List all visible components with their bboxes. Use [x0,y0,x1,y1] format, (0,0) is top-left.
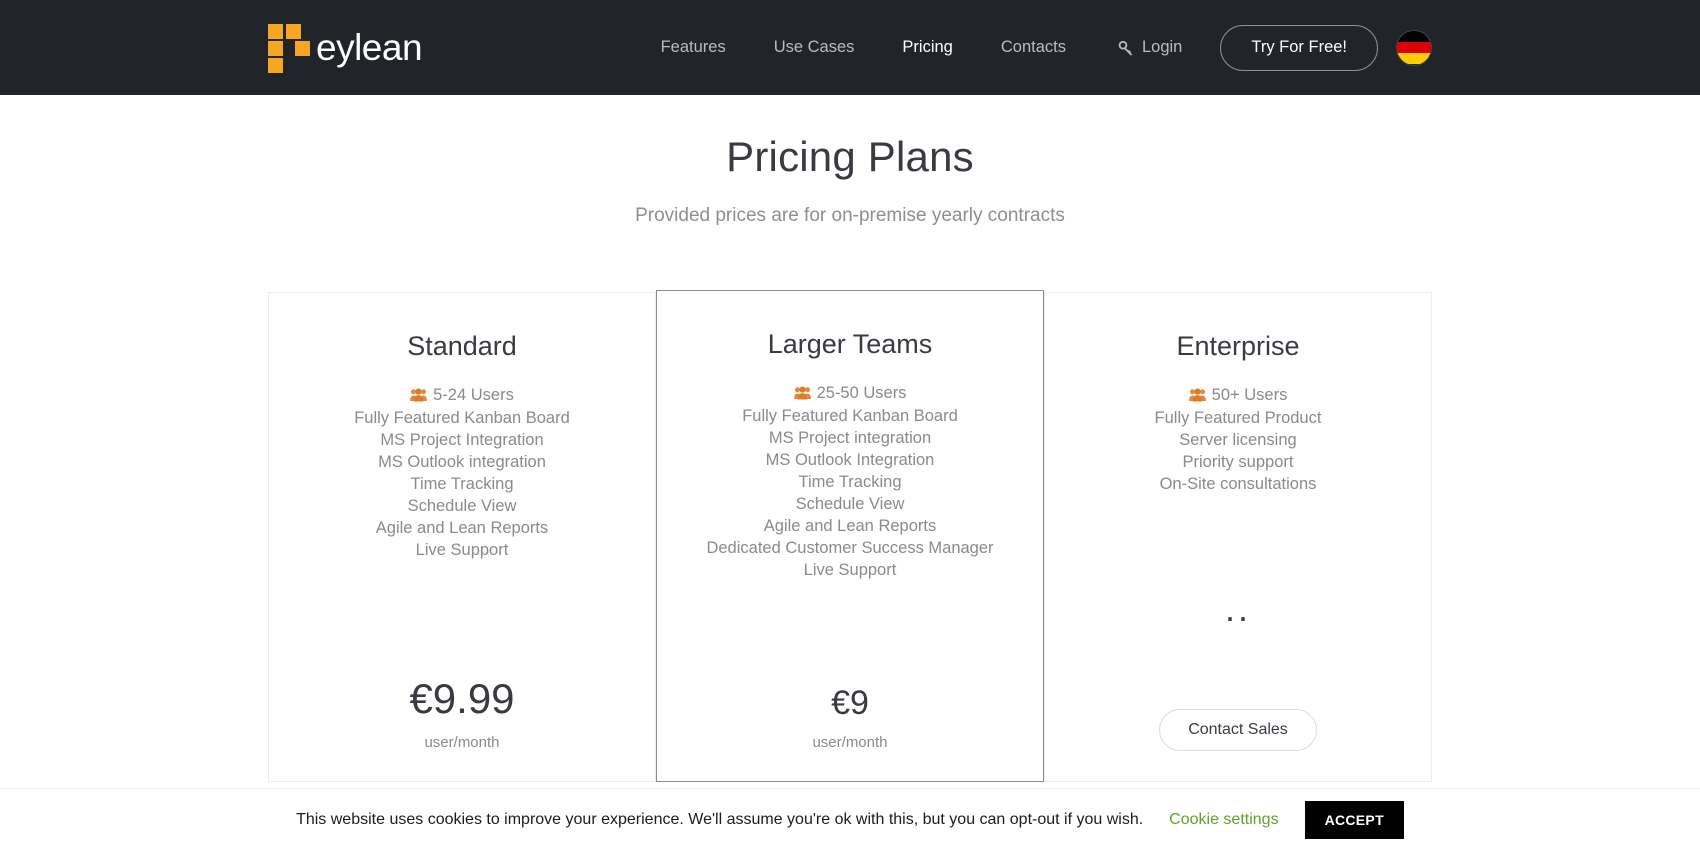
feature-item: Fully Featured Kanban Board [354,409,570,427]
flag-stripe-gold [1397,53,1431,65]
feature-item: Priority support [1182,453,1294,471]
logo-squares-icon [268,23,310,73]
plan-card-larger-teams: Larger Teams 25-50 Users Fully Featured … [656,290,1044,782]
nav-item-features[interactable]: Features [637,0,750,95]
feature-item: Fully Featured Kanban Board [742,407,958,425]
flag-stripe-black [1397,30,1431,42]
logo-text: eylean [316,27,423,68]
feature-item: Server licensing [1179,431,1297,449]
feature-users-label: 25-50 Users [816,384,907,402]
feature-item: MS Outlook Integration [765,451,935,469]
users-icon [410,388,428,402]
plan-name: Larger Teams [767,329,933,359]
feature-list: 25-50 Users Fully Featured Kanban Board … [706,382,993,580]
main-nav: Features Use Cases Pricing Contacts Logi… [637,0,1432,95]
pricing-plans-row: Standard 5-24 Users Fully Featured Kanba… [0,290,1700,782]
users-icon [793,386,811,400]
users-icon [1188,388,1206,402]
flag-stripe-red [1397,41,1431,54]
feature-item: Time Tracking [410,475,514,493]
feature-item: MS Project integration [768,429,932,447]
feature-item: Live Support [415,541,509,559]
feature-item: Fully Featured Product [1154,409,1322,427]
feature-item-users: 5-24 Users [354,384,570,406]
feature-item: On-Site consultations [1159,475,1317,493]
nav-item-use-cases[interactable]: Use Cases [750,0,879,95]
feature-item: Live Support [803,561,897,579]
feature-item: Time Tracking [798,473,902,491]
feature-item: Dedicated Customer Success Manager [706,539,994,557]
feature-list: 5-24 Users Fully Featured Kanban Board M… [354,384,570,560]
logo[interactable]: eylean [268,0,423,95]
login-link[interactable]: Login [1090,38,1206,57]
plan-price: €9.99 [409,675,515,722]
feature-item: Agile and Lean Reports [375,519,549,537]
feature-item-users: 50+ Users [1155,384,1322,406]
feature-item-users: 25-50 Users [706,382,993,404]
cookie-settings-link[interactable]: Cookie settings [1169,811,1278,829]
plan-price-placeholder: .. [1224,587,1251,629]
page: eylean Features Use Cases Pricing Contac… [0,0,1700,850]
plan-price: €9 [831,684,869,722]
plan-card-enterprise: Enterprise 50+ Users Fully Featured Prod… [1044,292,1432,782]
try-for-free-button[interactable]: Try For Free! [1220,24,1378,71]
page-title: Pricing Plans [726,133,974,180]
login-label: Login [1141,38,1183,56]
plan-price-unit: user/month [812,734,888,751]
feature-users-label: 50+ Users [1211,386,1288,404]
language-flag-button[interactable] [1396,29,1432,66]
feature-item: Schedule View [795,495,905,513]
key-icon [1118,40,1133,56]
cookie-consent-bar: This website uses cookies to improve you… [0,788,1700,850]
plan-name: Standard [407,331,517,361]
plan-name: Enterprise [1176,331,1300,361]
contact-sales-button[interactable]: Contact Sales [1159,709,1317,751]
plan-card-standard: Standard 5-24 Users Fully Featured Kanba… [268,292,656,782]
cookie-message: This website uses cookies to improve you… [296,810,1144,828]
cookie-accept-button[interactable]: ACCEPT [1304,800,1404,839]
main-content: Pricing Plans Provided prices are for on… [0,133,1700,782]
nav-item-pricing[interactable]: Pricing [878,0,976,95]
feature-item: MS Outlook integration [378,453,546,471]
feature-item: MS Project Integration [380,431,544,449]
feature-users-label: 5-24 Users [433,386,514,404]
nav-item-contacts[interactable]: Contacts [977,0,1090,95]
plan-price-unit: user/month [424,734,500,751]
feature-item: Agile and Lean Reports [763,517,937,535]
site-header: eylean Features Use Cases Pricing Contac… [0,0,1700,95]
feature-list: 50+ Users Fully Featured Product Server … [1155,384,1322,494]
feature-item: Schedule View [407,497,517,515]
page-subtitle: Provided prices are for on-premise yearl… [635,205,1065,226]
